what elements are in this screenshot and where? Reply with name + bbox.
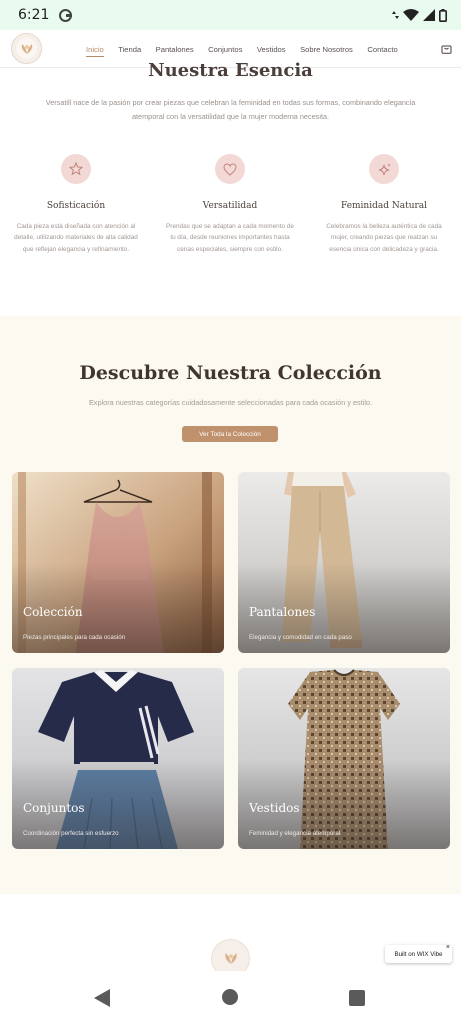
card-title: Conjuntos — [23, 801, 85, 815]
feature-text: Prendas que se adaptan a cada momento de… — [166, 223, 294, 253]
nav-sobre-nosotros[interactable]: Sobre Nosotros — [300, 45, 353, 54]
logo-flower-icon — [21, 43, 32, 54]
back-icon[interactable] — [94, 989, 110, 1007]
app-root: 6:21 Inicio Tienda Pantalones Conjuntos … — [0, 0, 461, 1024]
status-time: 6:21 — [18, 7, 50, 23]
signal-icon — [423, 9, 435, 21]
feature-title: Versatilidad — [202, 201, 258, 211]
card-pantalones[interactable]: Pantalones Elegancia y comodidad en cada… — [238, 472, 450, 653]
android-nav-bar — [0, 972, 461, 1024]
star-icon — [61, 154, 91, 184]
feature-text: Celebramos la belleza auténtica de cada … — [326, 223, 442, 253]
battery-icon — [439, 8, 447, 22]
esencia-title: Nuestra Esencia — [148, 60, 313, 81]
logo-flower-icon — [224, 953, 237, 964]
shopping-bag-icon[interactable] — [441, 43, 452, 54]
feature-sofisticacion: Sofisticación Cada pieza está diseñada c… — [12, 154, 140, 255]
card-subtitle: Piezas principales para cada ocasión — [23, 634, 126, 641]
nav-pantalones[interactable]: Pantalones — [156, 45, 194, 54]
feature-text: Cada pieza está diseñada con atención al… — [14, 223, 138, 253]
close-icon[interactable]: × — [446, 944, 450, 951]
feature-versatilidad: Versatilidad Prendas que se adaptan a ca… — [166, 154, 294, 255]
feature-title: Feminidad Natural — [340, 201, 428, 211]
card-title: Vestidos — [249, 801, 300, 815]
google-icon — [59, 8, 73, 22]
wifi-icon — [403, 9, 419, 21]
heart-icon — [215, 154, 245, 184]
nav-vestidos[interactable]: Vestidos — [257, 45, 286, 54]
coleccion-subtitle: Explora nuestras categorías cuidadosamen… — [88, 398, 373, 407]
card-vestidos[interactable]: Vestidos Feminidad y elegancia atemporal — [238, 668, 450, 849]
nav-tienda[interactable]: Tienda — [118, 45, 141, 54]
status-icons — [392, 8, 447, 22]
card-subtitle: Feminidad y elegancia atemporal — [249, 830, 341, 837]
card-subtitle: Coordinación perfecta sin esfuerzo — [23, 830, 119, 837]
esencia-text: Versatill nace de la pasión por crear pi… — [45, 98, 416, 121]
footer-logo[interactable] — [211, 939, 250, 971]
coleccion-section: Descubre Nuestra Colección Explora nuest… — [0, 316, 461, 894]
nav-contacto[interactable]: Contacto — [367, 45, 397, 54]
nav-inicio[interactable]: Inicio — [86, 45, 104, 57]
feature-feminidad: Feminidad Natural Celebramos la belleza … — [320, 154, 448, 255]
card-subtitle: Elegancia y comodidad en cada paso — [249, 634, 352, 641]
card-title: Pantalones — [249, 605, 316, 619]
coleccion-title: Descubre Nuestra Colección — [79, 362, 382, 384]
recent-apps-icon[interactable] — [349, 990, 365, 1006]
nav-conjuntos[interactable]: Conjuntos — [208, 45, 242, 54]
status-bar: 6:21 — [0, 0, 461, 30]
wix-badge-text: Built on WIX Vibe — [394, 950, 443, 958]
data-arrows-icon — [392, 11, 399, 19]
wix-badge[interactable]: Built on WIX Vibe × — [385, 944, 452, 963]
card-title: Colección — [23, 605, 83, 619]
card-coleccion[interactable]: Colección Piezas principales para cada o… — [12, 472, 224, 653]
card-conjuntos[interactable]: Conjuntos Coordinación perfecta sin esfu… — [12, 668, 224, 849]
sparkle-icon — [369, 154, 399, 184]
home-icon[interactable] — [222, 989, 238, 1005]
ver-coleccion-button[interactable]: Ver Toda la Colección — [182, 426, 278, 442]
feature-title: Sofisticación — [46, 201, 106, 211]
